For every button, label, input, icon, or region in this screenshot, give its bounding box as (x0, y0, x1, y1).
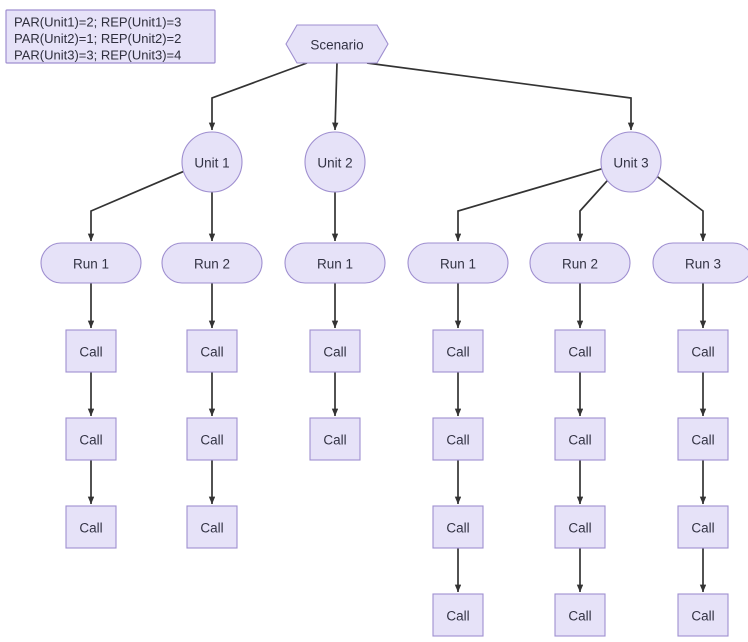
call-node-c2-r3[interactable] (186, 505, 238, 549)
call-node-c4-r3[interactable] (432, 505, 484, 549)
call-node-c2-r1[interactable] (186, 329, 238, 373)
legend-line-1: PAR(Unit1)=2; REP(Unit1)=3 (14, 15, 181, 30)
call-node-c6-r1[interactable] (677, 329, 729, 373)
call-node-c1-r1[interactable] (65, 329, 117, 373)
unit-node-1[interactable] (181, 131, 243, 193)
run-node-6[interactable] (652, 242, 748, 284)
call-node-c6-r2[interactable] (677, 417, 729, 461)
call-node-c4-r4[interactable] (432, 593, 484, 637)
edge-scenario-unit-1 (208, 62, 308, 131)
run-node-5[interactable] (529, 242, 631, 284)
legend-line-3: PAR(Unit3)=3; REP(Unit3)=4 (14, 48, 181, 63)
unit-node-2[interactable] (304, 131, 366, 193)
call-node-c4-r2[interactable] (432, 417, 484, 461)
edge-unit-run-6 (656, 175, 707, 242)
call-node-c2-r2[interactable] (186, 417, 238, 461)
edge-unit-run-5 (576, 179, 609, 242)
legend-line-2: PAR(Unit2)=1; REP(Unit2)=2 (14, 31, 181, 46)
run-node-1[interactable] (40, 242, 142, 284)
call-node-c5-r1[interactable] (554, 329, 606, 373)
call-node-c5-r4[interactable] (554, 593, 606, 637)
call-node-c5-r3[interactable] (554, 505, 606, 549)
run-node-3[interactable] (284, 242, 386, 284)
call-node-c1-r3[interactable] (65, 505, 117, 549)
run-node-4[interactable] (407, 242, 509, 284)
call-node-c6-r3[interactable] (677, 505, 729, 549)
scenario-tree-diagram: Scenario Unit 1 Unit 2 Unit 3 Run 1 Run 2 Run … (0, 0, 748, 642)
scenario-node[interactable] (285, 24, 389, 64)
call-node-c3-r1[interactable] (309, 329, 361, 373)
call-node-c1-r2[interactable] (65, 417, 117, 461)
edge-scenario-unit-3 (366, 62, 635, 131)
run-node-2[interactable] (161, 242, 263, 284)
call-node-c6-r4[interactable] (677, 593, 729, 637)
nodes-layer: ScenarioUnit 1 Unit 2 Unit 3Run 1 Run 2 Run … (40, 24, 748, 637)
call-node-c5-r2[interactable] (554, 417, 606, 461)
edge-unit-run-1 (87, 170, 184, 242)
legend-layer: PAR(Unit1)=2; REP(Unit1)=3PAR(Unit2)=1; … (5, 9, 216, 64)
diagram-canvas: ScenarioUnit 1 Unit 2 Unit 3Run 1 Run 2 Run … (5, 9, 748, 637)
call-node-c4-r1[interactable] (432, 329, 484, 373)
edge-scenario-unit-2 (332, 62, 339, 131)
call-node-c3-r2[interactable] (309, 417, 361, 461)
unit-node-3[interactable] (600, 131, 662, 193)
